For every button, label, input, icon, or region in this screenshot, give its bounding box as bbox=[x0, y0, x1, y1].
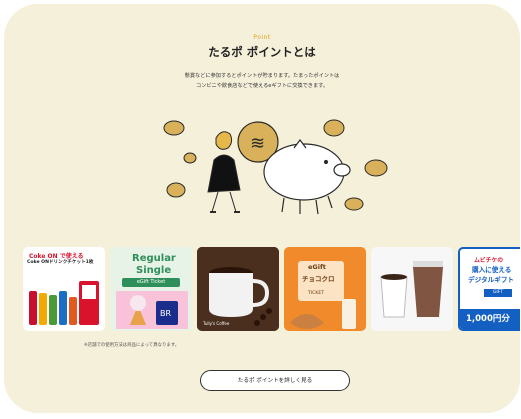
section-eyebrow: Point bbox=[253, 34, 271, 41]
tile-text: GIFT bbox=[484, 289, 512, 297]
tile-text: Coke ONドリンクチケット1枚 bbox=[27, 260, 94, 265]
gift-tile-coke-on[interactable]: Coke ON で使える Coke ONドリンクチケット1枚 bbox=[23, 247, 105, 331]
coffee-cups-icon bbox=[380, 261, 443, 318]
gift-tile-tullys[interactable]: Tully's Coffee bbox=[197, 247, 279, 331]
person-figure bbox=[207, 131, 241, 213]
description-line-2: コンビニや飲食店などで使えるeギフトに交換できます。 bbox=[195, 83, 329, 89]
tile-text: Single bbox=[136, 265, 172, 276]
tile-text: eGift Ticket bbox=[122, 278, 180, 287]
tile-text: eGift bbox=[308, 263, 326, 271]
piggy-bank-illustration: ≋ bbox=[163, 119, 388, 215]
croissant-icon bbox=[290, 299, 356, 329]
usage-note: ※店舗での使用方法は商品によって異なります。 bbox=[84, 343, 180, 348]
section-description: 懸賞などに参加するとポイントが貯まります。たまったポイントは コンビニや飲食店な… bbox=[4, 71, 520, 91]
svg-text:≋: ≋ bbox=[250, 133, 265, 154]
gift-tile-mubichike[interactable]: ムビチケの 購入に使える デジタルギフト GIFT 1,000円分 bbox=[458, 247, 520, 331]
gift-tile-coffee-cups[interactable] bbox=[371, 247, 453, 331]
svg-text:BR: BR bbox=[160, 309, 171, 318]
tile-text: 1,000円分 bbox=[460, 309, 520, 329]
description-line-1: 懸賞などに参加するとポイントが貯まります。たまったポイントは bbox=[184, 73, 340, 79]
tile-text: Tully's Coffee bbox=[203, 321, 230, 326]
point-section-card: Point たるポ ポイントとは 懸賞などに参加するとポイントが貯まります。たま… bbox=[4, 4, 520, 413]
drink-bottles-icon bbox=[29, 281, 99, 325]
ice-cream-icon: BR bbox=[116, 291, 188, 329]
tile-text: TICKET bbox=[308, 291, 325, 296]
gift-tile-chococro[interactable]: eGift チョコクロ TICKET bbox=[284, 247, 366, 331]
tile-text: デジタルギフト bbox=[468, 276, 515, 284]
section-title: たるポ ポイントとは bbox=[208, 45, 316, 59]
coffee-mug-icon bbox=[197, 247, 279, 331]
gift-tile-regular-single[interactable]: Regular Single eGift Ticket BR bbox=[110, 247, 192, 331]
tile-text: ムビチケの bbox=[474, 258, 503, 264]
view-details-button[interactable]: たるポ ポイントを詳しく見る bbox=[200, 370, 350, 391]
tile-text: 購入に使える bbox=[472, 266, 512, 274]
gift-carousel[interactable]: Coke ON で使える Coke ONドリンクチケット1枚 Regular S… bbox=[23, 247, 520, 337]
tile-text: チョコクロ bbox=[302, 275, 335, 283]
tile-text: Regular bbox=[132, 253, 176, 264]
piggy-bank-icon bbox=[263, 139, 351, 215]
